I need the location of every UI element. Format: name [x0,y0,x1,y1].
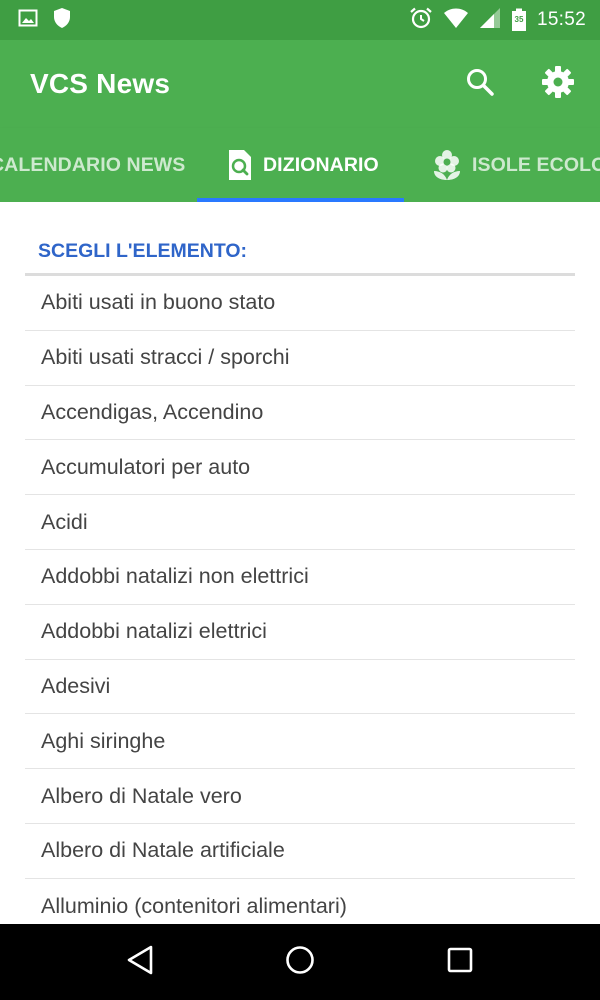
recents-icon [446,946,474,979]
element-list[interactable]: Abiti usati in buono stato Abiti usati s… [25,276,575,924]
alarm-icon [409,6,433,35]
list-item[interactable]: Accendigas, Accendino [25,386,575,441]
status-left-icons [18,7,72,34]
section-header: SCEGLI L'ELEMENTO: [25,236,575,276]
dictionary-content: SCEGLI L'ELEMENTO: Abiti usati in buono … [0,202,600,924]
tab-label: DIZIONARIO [263,153,379,176]
list-item[interactable]: Alluminio (contenitori alimentari) [25,879,575,924]
list-item[interactable]: Addobbi natalizi non elettrici [25,550,575,605]
image-icon [18,8,38,33]
back-icon [126,945,154,980]
recents-button[interactable] [432,934,488,990]
signal-icon [479,7,501,34]
tab-bar: CALENDARIO NEWS DIZIONARIO ISOLE ECOLOGI… [0,128,600,202]
status-time: 15:52 [536,9,586,30]
battery-icon: 35 [511,8,527,32]
status-bar: 35 15:52 [0,0,600,40]
shield-icon [52,7,72,34]
list-item[interactable]: Aghi siringhe [25,714,575,770]
section-title: SCEGLI L'ELEMENTO: [38,240,248,262]
list-item[interactable]: Albero di Natale vero [25,769,575,824]
tab-calendario-news[interactable]: CALENDARIO NEWS [0,128,185,202]
list-item[interactable]: Adesivi [25,660,575,715]
settings-icon [541,65,575,104]
list-item[interactable]: Albero di Natale artificiale [25,824,575,879]
app-toolbar: VCS News [0,40,600,128]
flower-icon [432,149,462,181]
list-item[interactable]: Acidi [25,495,575,550]
status-right-icons: 35 15:52 [409,6,586,35]
toolbar-actions [460,64,578,104]
tab-label: CALENDARIO NEWS [0,153,186,176]
list-item[interactable]: Abiti usati in buono stato [25,276,575,331]
search-button[interactable] [460,64,500,104]
home-button[interactable] [272,934,328,990]
tab-label: ISOLE ECOLOGICHE [472,153,600,176]
settings-button[interactable] [538,64,578,104]
search-icon [465,67,495,102]
home-icon [285,945,315,980]
dictionary-search-icon [227,149,253,181]
back-button[interactable] [112,934,168,990]
wifi-icon [443,7,469,34]
system-navigation-bar [0,924,600,1000]
list-item[interactable]: Addobbi natalizi elettrici [25,605,575,660]
tab-isole-ecologiche[interactable]: ISOLE ECOLOGICHE [432,128,600,202]
list-item[interactable]: Abiti usati stracci / sporchi [25,331,575,386]
tab-dizionario[interactable]: DIZIONARIO [197,128,404,202]
app-title: VCS News [30,68,171,99]
list-item[interactable]: Accumulatori per auto [25,440,575,496]
battery-level: 35 [514,15,524,24]
